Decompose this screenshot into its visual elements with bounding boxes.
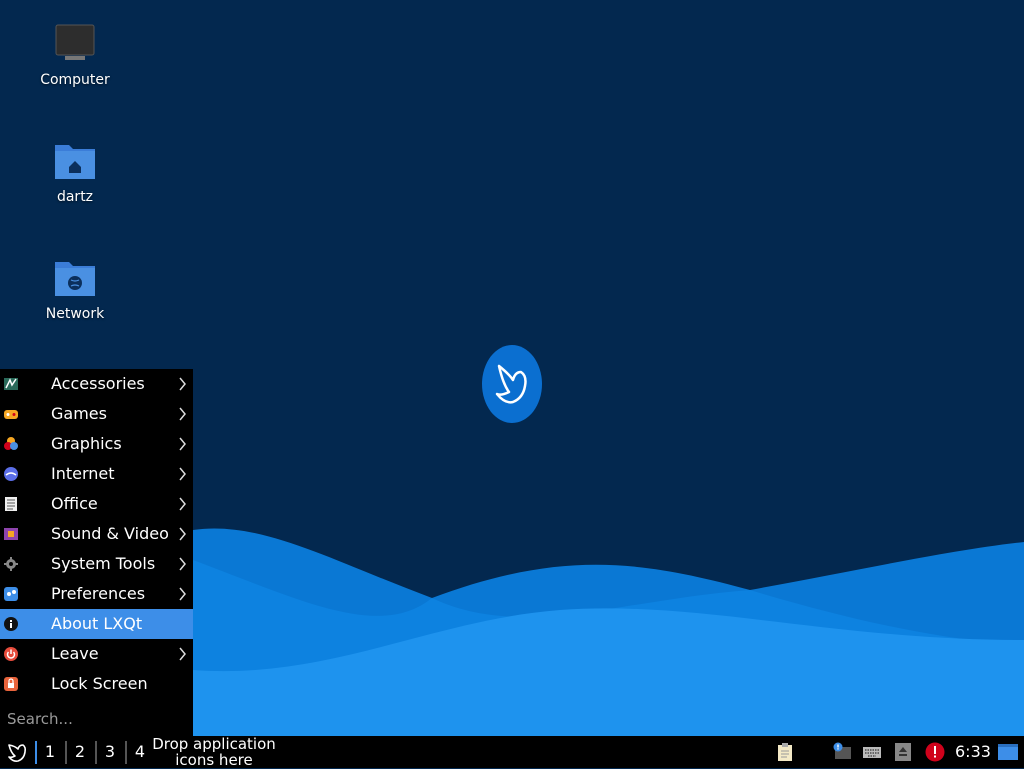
menu-item-games[interactable]: Games [0,399,193,429]
home-folder-icon [55,145,95,179]
desktop-icon-home[interactable]: dartz [25,139,125,205]
menu-item-label: Internet [51,464,115,483]
menu-item-office[interactable]: Office [0,489,193,519]
menu-item-label: Graphics [51,434,122,453]
menu-item-label: System Tools [51,554,156,573]
drop-text-line2: icons here [175,751,253,769]
chevron-right-icon [179,377,186,391]
menu-item-accessories[interactable]: Accessories [0,369,193,399]
menu-item-label: Office [51,494,98,513]
menu-item-system-tools[interactable]: System Tools [0,549,193,579]
chevron-right-icon [179,587,186,601]
clipboard-icon[interactable] [775,742,795,762]
games-icon [4,410,18,419]
menu-item-sound-video[interactable]: Sound & Video [0,519,193,549]
chevron-right-icon [179,407,186,421]
lubuntu-logo-icon [482,345,542,423]
workspace-1-button[interactable]: 1 [37,739,63,765]
search-input[interactable] [7,708,187,730]
computer-icon [55,24,95,60]
menu-item-label: Sound & Video [51,524,169,543]
clock[interactable]: 6:33 [955,736,991,768]
menu-search [0,702,193,736]
power-icon [4,647,18,661]
chevron-right-icon [179,437,186,451]
chevron-right-icon [179,557,186,571]
desktop-icon-label: Network [45,306,105,322]
menu-item-graphics[interactable]: Graphics [0,429,193,459]
drop-text-line1: Drop application [152,735,276,753]
menu-item-label: Lock Screen [51,674,148,693]
network-folder-icon [55,262,95,296]
graphics-icon [4,437,18,450]
desktop-icon-label: dartz [56,189,94,205]
office-icon [5,497,17,511]
quicklaunch-drop-area[interactable]: Drop application icons here [148,736,280,768]
application-menu: Accessories Games Graphics Internet Offi… [0,369,193,736]
preferences-icon [4,587,18,601]
menu-item-about-lxqt[interactable]: About LXQt [0,609,193,639]
menu-item-internet[interactable]: Internet [0,459,193,489]
chevron-right-icon [179,467,186,481]
desktop-icon-network[interactable]: Network [25,256,125,322]
internet-icon [4,467,18,481]
menu-item-label: Accessories [51,374,145,393]
taskbar: 1 2 3 4 Drop application icons here 6:33 [0,736,1024,768]
lock-icon [4,677,18,691]
desktop-icon-label: Computer [40,72,110,88]
show-desktop-icon[interactable] [997,742,1019,762]
menu-item-label: Preferences [51,584,146,603]
chevron-right-icon [179,497,186,511]
info-icon [4,617,18,631]
sound-video-icon [4,528,18,540]
workspace-3-button[interactable]: 3 [97,739,123,765]
start-menu-icon[interactable] [2,738,30,766]
menu-item-label: Games [51,404,107,423]
desktop-icon-computer[interactable]: Computer [25,22,125,88]
chevron-right-icon [179,647,186,661]
notification-icon[interactable] [832,742,852,762]
accessories-icon [4,378,18,390]
eject-icon[interactable] [893,742,913,762]
chevron-right-icon [179,527,186,541]
menu-item-label: Leave [51,644,99,663]
menu-item-preferences[interactable]: Preferences [0,579,193,609]
menu-item-lock-screen[interactable]: Lock Screen [0,669,193,699]
workspace-2-button[interactable]: 2 [67,739,93,765]
menu-item-label: About LXQt [51,614,143,633]
alert-icon[interactable] [925,742,945,762]
system-tools-icon [4,557,18,571]
keyboard-icon[interactable] [862,742,882,762]
menu-item-leave[interactable]: Leave [0,639,193,669]
